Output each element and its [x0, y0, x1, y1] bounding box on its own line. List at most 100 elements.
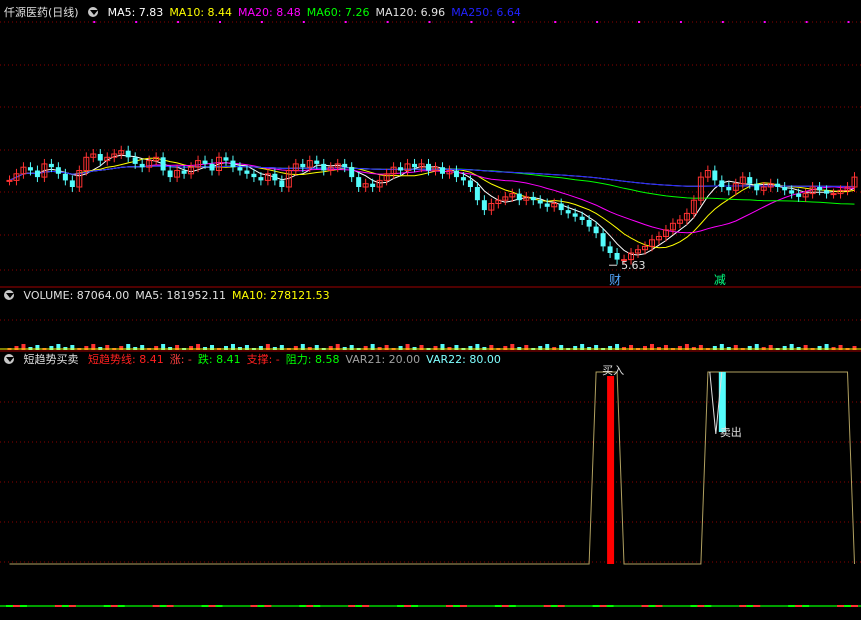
candle-body: [258, 177, 264, 181]
signal-dot: [805, 21, 808, 23]
bottom-strip-seg: [697, 605, 705, 607]
volume-item-1: MA5: 181952.11: [135, 289, 226, 302]
indicator-item-5: VAR21: 20.00: [345, 353, 421, 366]
candle-body: [272, 173, 278, 181]
bottom-strip-seg: [68, 605, 76, 607]
bottom-strip-seg: [117, 605, 125, 607]
bottom-strip-seg: [606, 605, 614, 607]
signal-dot: [596, 21, 599, 23]
candle-body: [516, 193, 522, 201]
bottom-strip-seg: [250, 605, 258, 607]
cai-marker: 财: [609, 273, 621, 287]
candle-body: [460, 177, 466, 181]
bottom-strip-seg: [795, 605, 803, 607]
price-ma-values: MA5: 7.83 MA10: 8.44 MA20: 8.48 MA60: 7.26 M…: [108, 6, 527, 19]
bottom-strip-seg: [501, 605, 509, 607]
candle-body: [6, 179, 13, 182]
price-ma-item-0: MA5: 7.83: [107, 6, 164, 19]
bottom-strip-seg: [648, 605, 656, 607]
candle-body: [34, 170, 40, 178]
bottom-strip-seg: [655, 605, 663, 607]
candle-body: [530, 196, 536, 201]
indicator-item-3: 支撑: -: [246, 353, 280, 366]
indicator-item-1: 涨: -: [169, 353, 192, 366]
candle-body: [244, 170, 250, 174]
bottom-strip-seg: [201, 605, 209, 607]
signal-dot: [302, 21, 305, 23]
candle-body: [775, 183, 781, 187]
low-price-label: 5.63: [621, 259, 646, 272]
candle-body: [370, 183, 376, 187]
ma20-line: [9, 162, 855, 234]
candle-body: [712, 170, 718, 181]
candle-body: [426, 163, 432, 171]
candle-body: [830, 193, 837, 196]
candle-body: [579, 216, 585, 220]
candle-body: [537, 200, 543, 204]
bottom-strip-seg: [397, 605, 405, 607]
price-header: 仟源医药(日线) MA5: 7.83 MA10: 8.44 MA20: 8.48 MA…: [4, 5, 533, 21]
indicator-title: 短趋势买卖: [23, 353, 79, 366]
candle-body: [97, 154, 103, 161]
bottom-strip-seg: [166, 605, 174, 607]
signal-dot: [428, 21, 431, 23]
candle-body: [230, 160, 236, 168]
candle-body: [209, 163, 215, 171]
candle-body: [747, 177, 753, 184]
candle-body: [69, 180, 75, 187]
candle-body: [726, 187, 732, 191]
candle-body: [356, 177, 362, 187]
candle-body: [167, 170, 173, 178]
bottom-strip-seg: [851, 605, 858, 607]
menu-toggle-icon[interactable]: [4, 354, 14, 364]
buy-signal-bar: [607, 376, 615, 564]
candle-body: [593, 226, 599, 234]
bottom-strip-seg: [837, 605, 845, 607]
bottom-strip-seg: [306, 605, 314, 607]
signal-dot: [260, 21, 263, 23]
chart-svg: 5.63财 减买入卖出: [0, 21, 861, 607]
bottom-strip-seg: [348, 605, 356, 607]
bottom-strip-seg: [54, 605, 62, 607]
menu-toggle-icon[interactable]: [88, 7, 99, 17]
indicator-header: 短趋势买卖 短趋势线: 8.41 涨: - 跌: 8.41 支撑: - 阻力: 8.58…: [4, 352, 513, 368]
trend-line: [9, 371, 855, 565]
signal-dot: [470, 21, 473, 23]
buy-label: 买入: [602, 364, 624, 377]
candle-body: [544, 203, 550, 207]
menu-toggle-icon[interactable]: [4, 290, 14, 300]
signal-dot: [554, 21, 557, 23]
volume-item-0: VOLUME: 87064.00: [23, 289, 130, 302]
ma250-line: [9, 165, 855, 187]
bottom-strip-seg: [355, 605, 363, 607]
signal-dot: [93, 21, 96, 23]
candle-body: [782, 187, 788, 191]
bottom-strip-seg: [543, 605, 551, 607]
candle-body: [467, 180, 473, 187]
candle-body: [572, 213, 578, 217]
candle-body: [481, 200, 487, 211]
candle-body: [439, 167, 445, 174]
indicator-values: 短趋势线: 8.41 涨: - 跌: 8.41 支撑: - 阻力: 8.58 VAR21:…: [88, 353, 507, 366]
bottom-strip-seg: [411, 605, 419, 607]
price-ma-item-5: MA250: 6.64: [451, 6, 521, 19]
signal-dot: [512, 21, 515, 23]
bottom-strip-seg: [788, 605, 796, 607]
bottom-strip-seg: [61, 605, 69, 607]
indicator-item-0: 短趋势线: 8.41: [88, 353, 164, 366]
bottom-strip-seg: [599, 605, 607, 607]
bottom-strip-seg: [704, 605, 712, 607]
sell-signal-bar: [718, 372, 726, 432]
indicator-item-2: 跌: 8.41: [197, 353, 241, 366]
candle-body: [62, 173, 68, 181]
candle-body: [251, 173, 257, 178]
candle-body: [453, 170, 459, 178]
bottom-strip-seg: [12, 605, 20, 607]
candle-body: [181, 170, 187, 174]
volume-values: VOLUME: 87064.00 MA5: 181952.11 MA10: 2781…: [24, 289, 336, 302]
bottom-strip-seg: [550, 605, 558, 607]
bottom-strip-seg: [494, 605, 502, 607]
bottom-strip-seg: [690, 605, 698, 607]
candle-body: [48, 163, 54, 168]
candle-body: [607, 246, 613, 253]
